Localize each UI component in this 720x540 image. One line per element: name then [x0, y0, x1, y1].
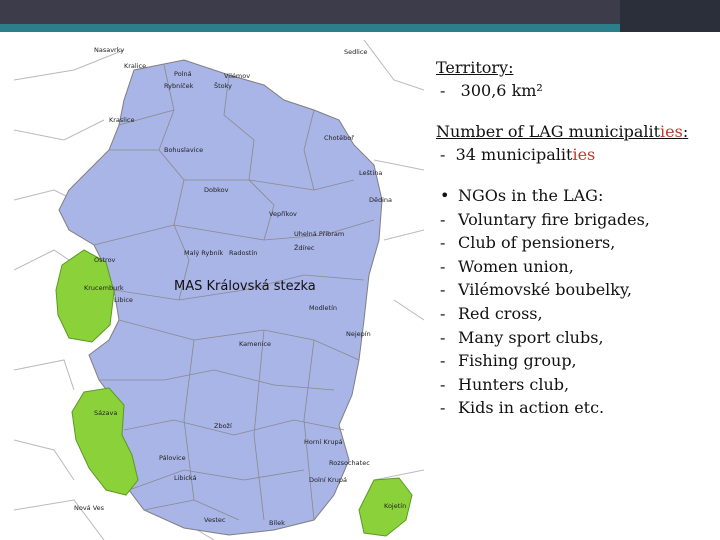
municipality-label: Radostín — [229, 249, 257, 257]
list-marker: - — [440, 398, 446, 418]
map-svg: NasavrkyKralice Polná VilémovŠtoky Sedlice R… — [14, 40, 424, 540]
municipalities-heading: Number of LAG municipalities: — [436, 120, 716, 143]
municipality-label: Nasavrky — [94, 46, 124, 54]
municipality-label: Bílek — [269, 519, 285, 527]
list-item: - Red cross, — [436, 302, 716, 326]
municipality-label: Horní Krupá — [304, 438, 343, 446]
list-item-text: Kids in action etc. — [458, 398, 605, 418]
municipality-label: Nejepín — [346, 330, 371, 338]
municipality-label: Sázava — [94, 409, 117, 417]
municipality-label: Zboží — [214, 422, 232, 430]
list-item: - Vilémovské boubelky, — [436, 278, 716, 302]
municipalities-line: - 34 municipalities — [436, 143, 716, 166]
territory-line: - 300,6 km² — [436, 79, 716, 102]
list-item-text: Vilémovské boubelky, — [458, 280, 632, 300]
list-item-text: Club of pensioners, — [458, 233, 616, 253]
municipalities-count-suffix: ies — [572, 145, 596, 164]
municipality-label: Pálovice — [159, 454, 186, 462]
list-marker: - — [440, 351, 446, 371]
list-marker: - — [440, 280, 446, 300]
municipality-label: Rozsochatec — [329, 459, 370, 467]
list-item: - Kids in action etc. — [436, 396, 716, 420]
list-item: • NGOs in the LAG: — [436, 184, 716, 208]
municipalities-dash: - — [440, 145, 446, 164]
list-item: - Hunters club, — [436, 373, 716, 397]
municipality-label: Ostrov — [94, 256, 116, 264]
list-item: - Club of pensioners, — [436, 231, 716, 255]
municipality-label: Vilémov — [224, 72, 250, 80]
municipality-label: Libická — [174, 474, 197, 482]
municipality-label: Sedlice — [344, 48, 367, 56]
list-marker: - — [440, 327, 446, 347]
list-marker: - — [440, 209, 446, 229]
municipality-label: Kraslice — [109, 116, 135, 124]
list-item-text: Many sport clubs, — [458, 327, 604, 347]
list-marker: - — [440, 233, 446, 253]
municipality-label: Ždírec — [294, 243, 315, 252]
list-marker: - — [440, 303, 446, 323]
list-item-text: Women union, — [458, 256, 574, 276]
ngo-list: • NGOs in the LAG: - Voluntary fire brigad… — [436, 184, 716, 420]
map-title: MAS Královská stezka — [174, 279, 316, 294]
list-item-text: Fishing group, — [458, 351, 577, 371]
municipality-label: Kralice — [124, 62, 146, 70]
municipality-label: Kamenice — [239, 340, 271, 348]
list-marker: • — [440, 186, 450, 205]
municipality-label: Leština — [359, 169, 382, 177]
list-marker: - — [440, 374, 446, 394]
municipality-label: Vepříkov — [269, 210, 297, 218]
list-item-text: Voluntary fire brigades, — [458, 209, 650, 229]
municipality-label: Bohuslavice — [164, 146, 203, 154]
municipality-label: Malý Rybník — [184, 249, 223, 257]
municipality-label: Vestec — [204, 516, 226, 524]
municipality-label: Chotěboř — [324, 134, 354, 142]
list-item: - Many sport clubs, — [436, 326, 716, 350]
municipalities-heading-prefix: Number of LAG municipalit — [436, 122, 661, 141]
municipality-label: Modletín — [309, 304, 337, 312]
municipality-label: Dědina — [369, 196, 392, 204]
info-panel: Territory: - 300,6 km² Number of LAG mun… — [436, 56, 716, 420]
municipality-label: Kojetín — [384, 502, 406, 510]
municipality-label: Dobkov — [204, 186, 229, 194]
territory-value: 300,6 km² — [460, 81, 543, 100]
municipality-label: Krucemburk — [84, 284, 124, 292]
territory-dash: - — [440, 81, 446, 100]
list-item: - Voluntary fire brigades, — [436, 208, 716, 232]
list-item-text: NGOs in the LAG: — [458, 186, 604, 205]
municipalities-count-prefix: 34 municipalit — [455, 145, 573, 164]
municipalities-heading-colon: : — [682, 122, 689, 141]
list-item: - Fishing group, — [436, 349, 716, 373]
municipality-label: Polná — [174, 70, 192, 78]
municipality-label: Libice — [114, 296, 133, 304]
list-item-text: Red cross, — [458, 303, 543, 323]
list-item-text: Hunters club, — [458, 374, 570, 394]
list-marker: - — [440, 256, 446, 276]
header-bar — [0, 0, 720, 24]
municipalities-heading-suffix: ies — [660, 122, 683, 141]
header-corner-block — [620, 0, 720, 32]
municipality-label: Dolní Krupá — [309, 476, 347, 484]
region-map: Nasavrky Kralice Polná Vilémov Štoky Sedlice R… — [14, 40, 424, 540]
territory-heading: Territory: — [436, 58, 514, 77]
municipality-label: Uhelná Příbram — [294, 230, 344, 238]
municipality-label: Štoky — [214, 81, 232, 90]
header-accent-stripe — [0, 24, 720, 32]
municipality-label: Nová Ves — [74, 504, 105, 512]
list-item: - Women union, — [436, 255, 716, 279]
municipality-label: Rybníček — [164, 82, 194, 90]
